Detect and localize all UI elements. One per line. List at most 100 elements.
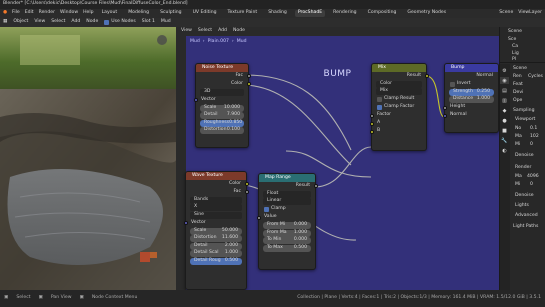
socket[interactable] <box>424 74 429 78</box>
map-range-node[interactable]: Map Range Result Float Linear Clamp Valu… <box>256 173 318 270</box>
tool-icon[interactable]: ⚙ <box>500 67 509 74</box>
material-selector[interactable]: Mud <box>161 20 171 25</box>
render-min-value[interactable]: 0 <box>530 182 533 188</box>
render-denoise-subpanel[interactable]: Denoise <box>515 193 534 199</box>
tab-modeling[interactable]: Modeling <box>125 10 152 17</box>
properties-editor[interactable]: ⚙ ◉ ▤ ▥ ◆ ● ■ 🔧 ◐ Scene Ren Cycles Feat … <box>500 64 545 290</box>
output-icon[interactable]: ▤ <box>500 87 509 94</box>
outliner-item[interactable]: Lig <box>512 51 519 57</box>
denoise-subpanel[interactable]: Denoise <box>515 153 534 159</box>
bump-node[interactable]: Bump Normal Invert Strength 0.250 Distanc… <box>442 63 499 133</box>
distance-field[interactable]: Distance 1.000 <box>449 96 494 103</box>
menu-render[interactable]: Render <box>39 11 55 16</box>
render-subpanel[interactable]: Render <box>515 165 531 171</box>
min-samples-value[interactable]: 0 <box>530 142 533 148</box>
mix-data-type-dropdown[interactable]: Color <box>376 80 422 88</box>
node-header[interactable]: Wave Texture <box>186 172 246 180</box>
socket[interactable] <box>244 190 249 194</box>
detail-roughness-field[interactable]: Detail Roug 0.500 <box>190 257 242 265</box>
to-max-field[interactable]: To Max 0.500 <box>263 244 311 252</box>
view-menu[interactable]: View <box>34 20 45 25</box>
object-icon[interactable]: ■ <box>500 127 509 134</box>
scene-icon[interactable]: ◆ <box>500 107 509 114</box>
render-icon[interactable]: ◉ <box>500 77 509 84</box>
tab-layout[interactable]: Layout <box>99 10 121 17</box>
3d-viewport[interactable] <box>0 27 176 290</box>
direction-dropdown[interactable]: X <box>190 204 242 211</box>
wave-texture-node[interactable]: Wave Texture Color Fac Bands X Sine Vect… <box>183 171 249 290</box>
tab-sculpting[interactable]: Sculpting <box>157 10 184 17</box>
viewport-subpanel[interactable]: Viewport <box>515 117 535 123</box>
distortion-field[interactable]: Distortion 11.600 <box>190 235 242 242</box>
socket[interactable] <box>193 98 198 102</box>
interpolation-dropdown[interactable]: Linear <box>263 198 311 205</box>
to-min-field[interactable]: To Min 0.000 <box>263 237 311 244</box>
node-header[interactable]: Mix <box>372 64 426 72</box>
scale-field[interactable]: Scale 50.000 <box>190 227 242 235</box>
tab-texture-paint[interactable]: Texture Paint <box>225 10 261 17</box>
from-max-field[interactable]: From Ma 1.000 <box>263 229 311 237</box>
socket[interactable] <box>244 182 249 186</box>
detail-field[interactable]: Detail 2.000 <box>190 242 242 250</box>
detail-field[interactable]: Detail 7.900 <box>200 112 244 119</box>
render-max-value[interactable]: 4096 <box>527 174 539 180</box>
tab-compositing[interactable]: Compositing <box>365 10 400 17</box>
use-nodes-toggle[interactable]: Use Nodes <box>104 20 136 25</box>
advanced-subpanel[interactable]: Advanced <box>515 213 538 219</box>
tab-procshade[interactable]: ProcShadE <box>294 10 326 17</box>
wave-type-dropdown[interactable]: Bands <box>190 196 242 204</box>
socket[interactable] <box>369 129 374 134</box>
render-engine-value[interactable]: Cycles <box>528 74 543 80</box>
menu-file[interactable]: File <box>12 11 20 16</box>
blend-mode-dropdown[interactable]: Mix <box>376 88 422 95</box>
noise-texture-node[interactable]: Noise Texture Fac Color 3D Vector Scale 1… <box>193 63 251 148</box>
shader-node-editor[interactable]: View Select Add Node Mud › Plain.007 › M… <box>176 27 499 290</box>
clamp-result-checkbox[interactable] <box>377 97 382 102</box>
outliner-item[interactable]: Sce <box>508 37 516 43</box>
blender-logo-icon[interactable]: ● <box>3 11 7 16</box>
invert-checkbox[interactable] <box>450 81 455 87</box>
viewlayer-selector[interactable]: ViewLayer <box>518 11 542 16</box>
node-menu[interactable]: Node <box>86 20 98 25</box>
scale-field[interactable]: Scale 10.000 <box>200 104 244 112</box>
tab-shading[interactable]: Shading <box>265 10 290 17</box>
select-menu[interactable]: Select <box>51 20 65 25</box>
scene-selector[interactable]: Scene <box>499 11 513 16</box>
clamp-checkbox[interactable] <box>264 207 269 212</box>
socket[interactable] <box>246 82 251 86</box>
lights-subpanel[interactable]: Lights <box>515 203 529 209</box>
clamp-factor-checkbox[interactable] <box>377 105 382 110</box>
tab-geometry-nodes[interactable]: Geometry Nodes <box>404 10 449 17</box>
modifier-icon[interactable]: 🔧 <box>500 137 509 144</box>
socket[interactable] <box>369 113 374 118</box>
mix-node[interactable]: Mix Result Color Mix Clamp Result Clamp … <box>369 63 429 151</box>
menu-window[interactable]: Window <box>60 11 78 16</box>
noise-threshold-value[interactable]: 0.1 <box>530 126 537 132</box>
light-paths-panel[interactable]: Light Paths <box>513 224 538 230</box>
outliner-item[interactable]: Pl <box>512 57 516 63</box>
view-layer-icon[interactable]: ▥ <box>500 97 509 104</box>
slot-dropdown[interactable]: Slot 1 <box>142 20 155 25</box>
node-header[interactable]: Noise Texture <box>196 64 248 72</box>
node-header[interactable]: Map Range <box>259 174 315 182</box>
roughness-field[interactable]: Roughness 0.850 <box>200 119 244 127</box>
menu-help[interactable]: Help <box>83 11 93 16</box>
add-menu[interactable]: Add <box>71 20 80 25</box>
detail-scale-field[interactable]: Detail Scal 1.000 <box>190 250 242 257</box>
socket[interactable] <box>183 221 188 225</box>
profile-dropdown[interactable]: Sine <box>190 211 242 219</box>
socket[interactable] <box>442 113 447 118</box>
from-min-field[interactable]: From Mi 0.000 <box>263 222 311 229</box>
material-icon[interactable]: ◐ <box>500 147 509 154</box>
viewport-overlay-icon[interactable] <box>157 35 167 45</box>
max-samples-value[interactable]: 102 <box>530 134 539 140</box>
data-type-dropdown[interactable]: Float <box>263 190 311 198</box>
socket[interactable] <box>313 184 318 188</box>
socket[interactable] <box>246 74 251 78</box>
menu-edit[interactable]: Edit <box>25 11 34 16</box>
socket[interactable] <box>369 121 374 126</box>
dimensions-dropdown[interactable]: 3D <box>200 88 244 96</box>
distortion-field[interactable]: Distortion 0.100 <box>200 127 244 134</box>
object-mode-dropdown[interactable]: Object <box>13 20 28 25</box>
outliner[interactable]: Scene Sce Ca Lig Pl <box>500 27 545 63</box>
